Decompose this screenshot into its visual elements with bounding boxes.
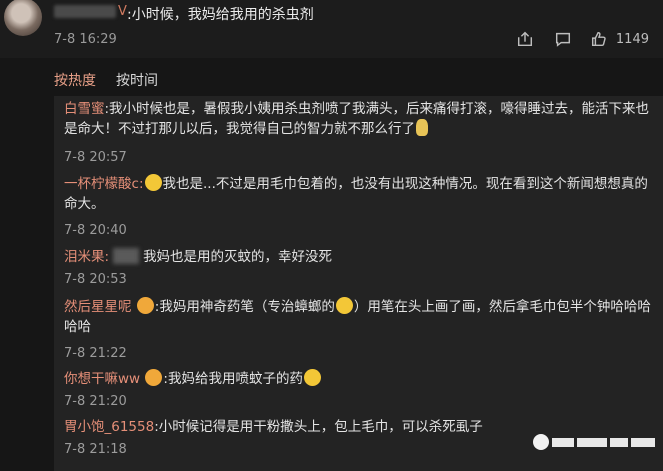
post-author-tail[interactable]: V (118, 4, 127, 19)
reply-item: 白雪蜜:我小时候也是，暑假我小姨用杀虫剂喷了我满头，后来痛得打滚，嚎得睡过去，能… (64, 99, 656, 139)
reply-item: 泪米果: 我妈也是用的灭蚊的，幸好没死 (64, 247, 656, 267)
blurred-mention (113, 248, 140, 264)
post-header: V :小时候，我妈给我用的杀虫剂 7-8 16:29 1149 (0, 0, 663, 58)
reply-text: :我妈用神奇药笔（专治蟑螂的 (154, 299, 335, 315)
reply-text: :我小时候也是，暑假我小姨用杀虫剂喷了我满头，后来痛得打滚，嚎得睡过去，能活下来… (64, 101, 650, 137)
lightbulb-emoji-icon (416, 119, 428, 136)
sort-tabs: 按热度 按时间 (54, 70, 158, 90)
reply-author[interactable]: 泪米果: (64, 249, 109, 265)
watermark-logo-icon (533, 434, 549, 450)
reply-time: 7-8 21:20 (64, 394, 127, 409)
post-author-blurred[interactable] (54, 5, 116, 18)
reply-author[interactable]: 然后星星呢 (64, 299, 132, 315)
reply-text: :我妈给我用喷蚊子的药 (163, 371, 303, 387)
post-actions: 1149 (516, 30, 649, 48)
share-button[interactable] (516, 30, 534, 48)
like-icon (591, 31, 606, 47)
reply-text: 我妈也是用的灭蚊的，幸好没死 (143, 249, 333, 265)
reply-item: 你想干嘛ww :我妈给我用喷蚊子的药 (64, 369, 656, 389)
post-text: :小时候，我妈给我用的杀虫剂 (127, 7, 314, 23)
crown-emoji-icon (136, 297, 154, 314)
reply-time: 7-8 21:22 (64, 346, 127, 361)
reply-time: 7-8 21:18 (64, 442, 127, 457)
like-count: 1149 (615, 31, 649, 47)
comment-button[interactable] (554, 30, 572, 48)
reply-thread: 白雪蜜:我小时候也是，暑假我小姨用杀虫剂喷了我满头，后来痛得打滚，嚎得睡过去，能… (54, 96, 663, 471)
reply-item: 一杯柠檬酸c: 我也是...不过是用毛巾包着的，也没有出现这种情况。现在看到这个新… (64, 174, 648, 212)
reply-time: 7-8 20:57 (64, 150, 127, 165)
reply-author[interactable]: 胃小饱_61558 (64, 419, 154, 435)
watermark (533, 431, 655, 453)
reply-text: :小时候记得是用干粉撒头上，包上毛巾，可以杀死虱子 (154, 419, 483, 435)
reply-author[interactable]: 你想干嘛ww (64, 371, 140, 387)
reply-time: 7-8 20:40 (64, 223, 127, 238)
tab-by-time[interactable]: 按时间 (116, 70, 158, 90)
post-time: 7-8 16:29 (54, 32, 117, 47)
reply-author[interactable]: 一杯柠檬酸c (64, 176, 139, 192)
comment-icon (555, 32, 570, 47)
avatar[interactable] (4, 0, 42, 36)
reply-author[interactable]: 白雪蜜 (64, 101, 105, 117)
share-icon (517, 31, 532, 47)
crying-emoji-icon (303, 369, 321, 386)
reply-time: 7-8 20:53 (64, 272, 127, 287)
like-button[interactable]: 1149 (590, 30, 649, 48)
laughing-emoji-icon (144, 174, 162, 191)
crown-emoji-icon (145, 369, 163, 386)
tab-by-hot[interactable]: 按热度 (54, 70, 96, 90)
laughing-emoji-icon (335, 297, 353, 314)
reply-item: 然后星星呢 :我妈用神奇药笔（专治蟑螂的 ）用笔在头上画了画，然后拿毛巾包半个钟哈… (64, 297, 656, 337)
